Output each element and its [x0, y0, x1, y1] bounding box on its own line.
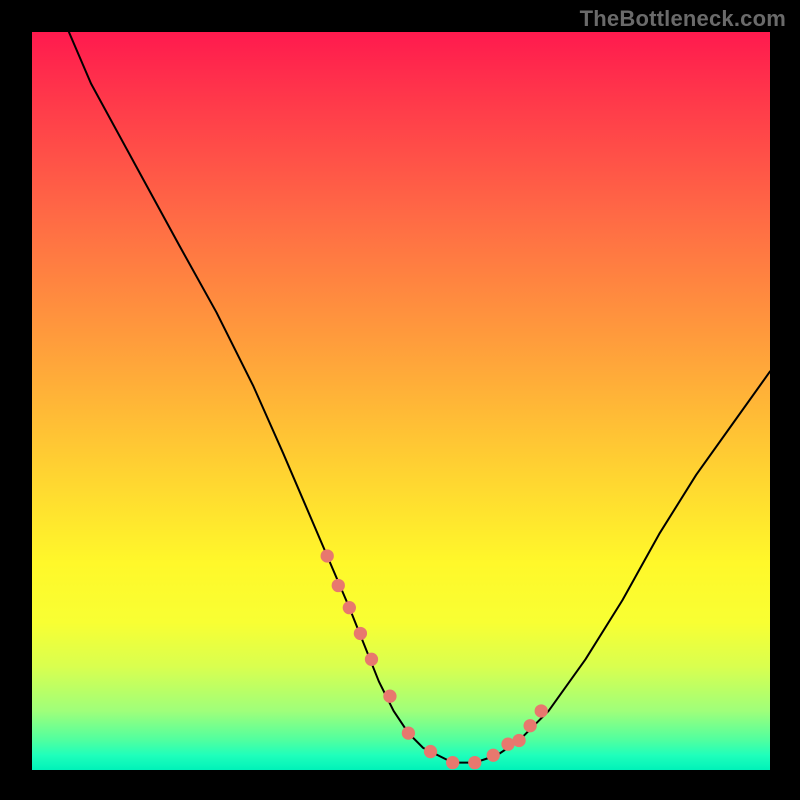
marker-dot — [487, 749, 500, 762]
marker-dot — [365, 653, 378, 666]
marker-dot — [332, 579, 345, 592]
marker-dot — [468, 756, 481, 769]
marker-dot — [321, 549, 334, 562]
chart-curve — [69, 32, 770, 763]
marker-dot — [512, 734, 525, 747]
marker-dot — [354, 627, 367, 640]
marker-dot — [446, 756, 459, 769]
marker-dot — [383, 690, 396, 703]
watermark-label: TheBottleneck.com — [580, 6, 786, 32]
chart-markers — [321, 549, 548, 769]
marker-dot — [424, 745, 437, 758]
marker-dot — [535, 704, 548, 717]
chart-plot-area — [32, 32, 770, 770]
marker-dot — [524, 719, 537, 732]
chart-svg — [32, 32, 770, 770]
marker-dot — [402, 726, 415, 739]
marker-dot — [343, 601, 356, 614]
